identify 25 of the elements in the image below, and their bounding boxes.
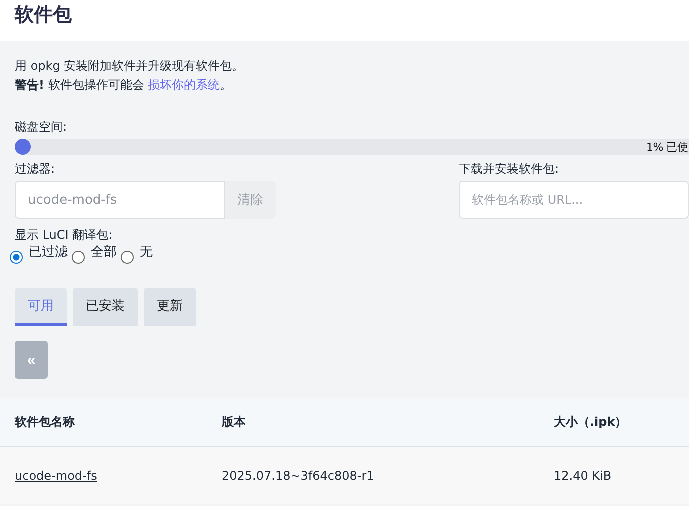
table-cell: 12.40 KiB	[554, 468, 612, 482]
intro-text: 用 opkg 安装附加软件并升级现有软件包。	[15, 58, 246, 75]
radio-label[interactable]: 已过滤	[29, 243, 68, 261]
radio-button[interactable]	[10, 251, 23, 264]
page-title: 软件包	[15, 3, 72, 28]
column-header: 大小（.ipk）	[554, 414, 628, 430]
column-header: 软件包名称	[15, 414, 76, 430]
disk-reading: 1% 已使	[646, 140, 688, 155]
tab[interactable]: 已安装	[73, 288, 138, 326]
filter-label: 过滤器:	[15, 161, 56, 177]
radio-button[interactable]	[72, 251, 85, 264]
radio-label[interactable]: 无	[140, 243, 153, 261]
disk-label: 磁盘空间:	[15, 119, 68, 135]
column-header: 版本	[222, 414, 247, 430]
download-label: 下载并安装软件包:	[459, 161, 560, 177]
url-field[interactable]: 软件包名称或 URL...	[459, 181, 689, 219]
translation-label: 显示 LuCI 翻译包:	[15, 227, 114, 243]
radio-label[interactable]: 全部	[91, 243, 117, 261]
warning-text: 警告! 软件包操作可能会 损坏你的系统。	[15, 77, 234, 94]
radio-button[interactable]	[121, 251, 134, 264]
table-cell-text: 2025.07.18~3f64c808-r1	[222, 468, 376, 482]
tab[interactable]: 可用	[15, 288, 67, 326]
damage-link[interactable]: 损坏你的系统	[148, 78, 220, 92]
package-link[interactable]: ucode-mod-fs	[15, 468, 98, 482]
tab[interactable]: 更新	[144, 288, 196, 326]
